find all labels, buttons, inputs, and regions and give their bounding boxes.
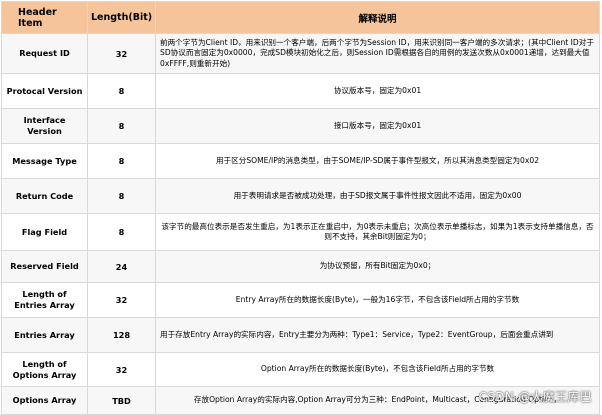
row-description: 用于存放Entry Array的实际内容，Entry主要分为两种：Type1：S… [155, 317, 600, 353]
row-description: 用于表明请求是否被成功处理，由于SD报文属于事件性报文因此不适用，固定为0x00 [155, 178, 600, 214]
row-length: TBD [87, 386, 156, 415]
row-description: 该字节的最高位表示是否发生重启，为1表示正在重启中，为0表示未重启；次高位表示单… [155, 213, 600, 251]
table-row: Length of Options Array 32 Option Array所… [1, 352, 600, 387]
table-row: Length of Entries Array 32 Entry Array所在… [1, 282, 600, 318]
row-length: 32 [87, 352, 156, 387]
row-description: 前两个字节为Client ID，用来识别一个客户端，后两个字节为Session … [155, 33, 600, 74]
row-item: Length of Options Array [1, 352, 88, 387]
row-length: 8 [87, 143, 156, 179]
row-description: 协议版本号，固定为0x01 [155, 73, 600, 109]
row-item: Interface Version [1, 108, 88, 144]
row-length: 8 [87, 213, 156, 251]
row-length: 8 [87, 73, 156, 109]
table-header-row: Header Item Length(Bit) 解释说明 [1, 1, 600, 34]
row-item: Entries Array [1, 317, 88, 353]
header-description-column: 解释说明 [155, 1, 600, 34]
row-length: 8 [87, 108, 156, 144]
row-length: 128 [87, 317, 156, 353]
row-length: 32 [87, 282, 156, 318]
row-length: 24 [87, 250, 156, 283]
table-row: Flag Field 8 该字节的最高位表示是否发生重启，为1表示正在重启中，为… [1, 213, 600, 251]
row-length: 8 [87, 178, 156, 214]
header-item-column: Header Item [1, 1, 88, 34]
table-row: Protocal Version 8 协议版本号，固定为0x01 [1, 73, 600, 109]
row-item: Reserved Field [1, 250, 88, 283]
table-row: Return Code 8 用于表明请求是否被成功处理，由于SD报文属于事件性报… [1, 178, 600, 214]
row-description: 为协议预留，所有Bit固定为0x0； [155, 250, 600, 283]
table-row: Message Type 8 用于区分SOME/IP的消息类型，由于SOME/I… [1, 143, 600, 179]
row-item: Return Code [1, 178, 88, 214]
table-row: Entries Array 128 用于存放Entry Array的实际内容，E… [1, 317, 600, 353]
row-description: 用于区分SOME/IP的消息类型，由于SOME/IP-SD属于事件型报文，所以其… [155, 143, 600, 179]
some-ip-sd-header-table: Header Item Length(Bit) 解释说明 Request ID … [1, 1, 600, 415]
row-item: Flag Field [1, 213, 88, 251]
row-length: 32 [87, 33, 156, 74]
row-item: Request ID [1, 33, 88, 74]
header-length-column: Length(Bit) [87, 1, 156, 34]
row-item: Length of Entries Array [1, 282, 88, 318]
row-item: Message Type [1, 143, 88, 179]
table-row: Reserved Field 24 为协议预留，所有Bit固定为0x0； [1, 250, 600, 283]
row-description: 接口版本号，固定为0x01 [155, 108, 600, 144]
csdn-watermark: CSDN @大魔王库巴 [478, 390, 592, 404]
row-description: Entry Array所在的数据长度(Byte)，一般为16字节，不包含该Fie… [155, 282, 600, 318]
table-row: Request ID 32 前两个字节为Client ID，用来识别一个客户端，… [1, 33, 600, 74]
row-item: Options Array [1, 386, 88, 415]
row-description: Option Array所在的数据长度(Byte)，不包含该Field所占用的字… [155, 352, 600, 387]
row-item: Protocal Version [1, 73, 88, 109]
table-row: Interface Version 8 接口版本号，固定为0x01 [1, 108, 600, 144]
